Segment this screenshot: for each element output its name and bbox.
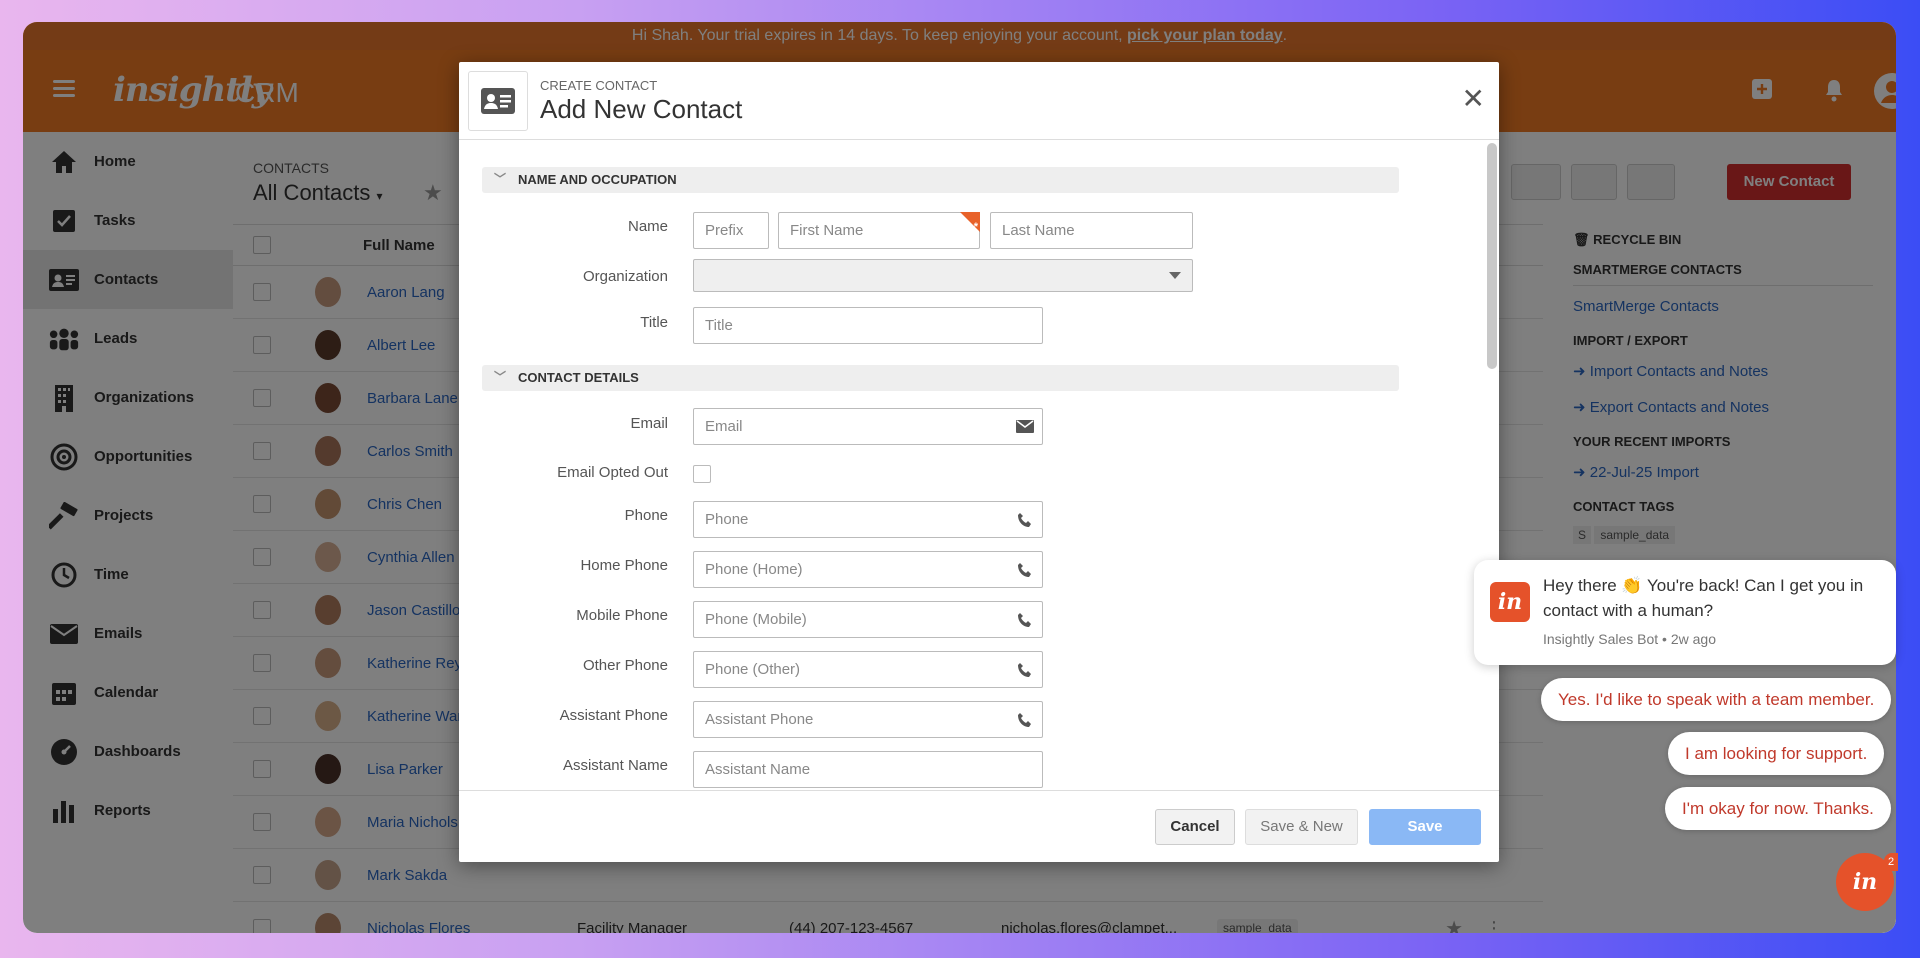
organization-select[interactable] <box>693 259 1193 292</box>
email-opted-out-checkbox[interactable] <box>693 465 711 483</box>
assistant-name-input[interactable]: Assistant Name <box>693 751 1043 788</box>
save-and-new-button[interactable]: Save & New <box>1245 809 1358 845</box>
caret-down-icon <box>1158 260 1192 291</box>
add-contact-modal: CREATE CONTACT Add New Contact ✕ ﹀ NAME … <box>459 62 1499 862</box>
home-phone-label: Home Phone <box>580 557 668 574</box>
chat-message: Hey there 👏 You're back! Can I get you i… <box>1543 576 1864 620</box>
mobile-phone-input[interactable]: Phone (Mobile) <box>693 601 1043 638</box>
first-name-placeholder: First Name <box>790 222 864 239</box>
phone-icon <box>1008 652 1042 687</box>
first-name-input[interactable]: First Name * <box>778 212 980 249</box>
chat-message-card[interactable]: in Hey there 👏 You're back! Can I get yo… <box>1474 560 1896 665</box>
assistant-phone-input[interactable]: Assistant Phone <box>693 701 1043 738</box>
assistant-name-label: Assistant Name <box>562 757 668 774</box>
modal-subtitle: CREATE CONTACT <box>540 78 658 93</box>
other-phone-placeholder: Phone (Other) <box>705 661 801 678</box>
chat-reply-team-member[interactable]: Yes. I'd like to speak with a team membe… <box>1541 678 1892 721</box>
modal-scrollbar[interactable] <box>1487 143 1497 369</box>
mobile-phone-placeholder: Phone (Mobile) <box>705 611 807 628</box>
required-flag-icon: * <box>960 212 980 233</box>
contact-card-icon <box>468 71 528 131</box>
insightly-chat-logo: in <box>1490 582 1530 622</box>
phone-icon <box>1008 552 1042 587</box>
name-label: Name <box>627 218 668 235</box>
assistant-phone-placeholder: Assistant Phone <box>705 711 814 728</box>
phone-icon <box>1008 702 1042 737</box>
chevron-down-icon: ﹀ <box>494 172 507 186</box>
section-title: CONTACT DETAILS <box>518 370 639 385</box>
section-name-occupation[interactable]: ﹀ NAME AND OCCUPATION <box>482 167 1399 193</box>
assistant-phone-label: Assistant Phone <box>559 707 668 724</box>
mobile-phone-label: Mobile Phone <box>576 607 668 624</box>
email-opted-out-label: Email Opted Out <box>557 464 668 481</box>
other-phone-input[interactable]: Phone (Other) <box>693 651 1043 688</box>
envelope-icon <box>1008 409 1042 444</box>
section-title: NAME AND OCCUPATION <box>518 172 677 187</box>
title-input[interactable]: Title <box>693 307 1043 344</box>
phone-label: Phone <box>624 507 668 524</box>
modal-body[interactable]: ﹀ NAME AND OCCUPATION Name Prefix First … <box>459 141 1499 790</box>
home-phone-placeholder: Phone (Home) <box>705 561 803 578</box>
modal-footer: Cancel Save & New Save <box>459 790 1499 862</box>
prefix-input[interactable]: Prefix <box>693 212 769 249</box>
save-button[interactable]: Save <box>1369 809 1481 845</box>
phone-placeholder: Phone <box>705 511 749 528</box>
modal-title: Add New Contact <box>540 94 743 124</box>
close-icon[interactable]: ✕ <box>1462 82 1485 115</box>
chat-reply-support[interactable]: I am looking for support. <box>1668 732 1885 775</box>
other-phone-label: Other Phone <box>582 657 668 674</box>
chat-meta: Insightly Sales Bot • 2w ago <box>1543 631 1716 647</box>
section-contact-details[interactable]: ﹀ CONTACT DETAILS <box>482 365 1399 391</box>
chat-reply-okay[interactable]: I'm okay for now. Thanks. <box>1665 787 1891 830</box>
modal-header: CREATE CONTACT Add New Contact ✕ <box>459 62 1499 140</box>
chevron-down-icon: ﹀ <box>494 370 507 384</box>
email-placeholder: Email <box>705 418 743 435</box>
email-label: Email <box>630 415 668 432</box>
phone-input[interactable]: Phone <box>693 501 1043 538</box>
unread-count-badge: 2 <box>1884 853 1898 871</box>
cancel-button[interactable]: Cancel <box>1155 809 1235 845</box>
phone-icon <box>1008 602 1042 637</box>
home-phone-input[interactable]: Phone (Home) <box>693 551 1043 588</box>
phone-icon <box>1008 502 1042 537</box>
email-input[interactable]: Email <box>693 408 1043 445</box>
title-label: Title <box>640 314 668 331</box>
organization-label: Organization <box>582 268 668 285</box>
last-name-input[interactable]: Last Name <box>990 212 1193 249</box>
